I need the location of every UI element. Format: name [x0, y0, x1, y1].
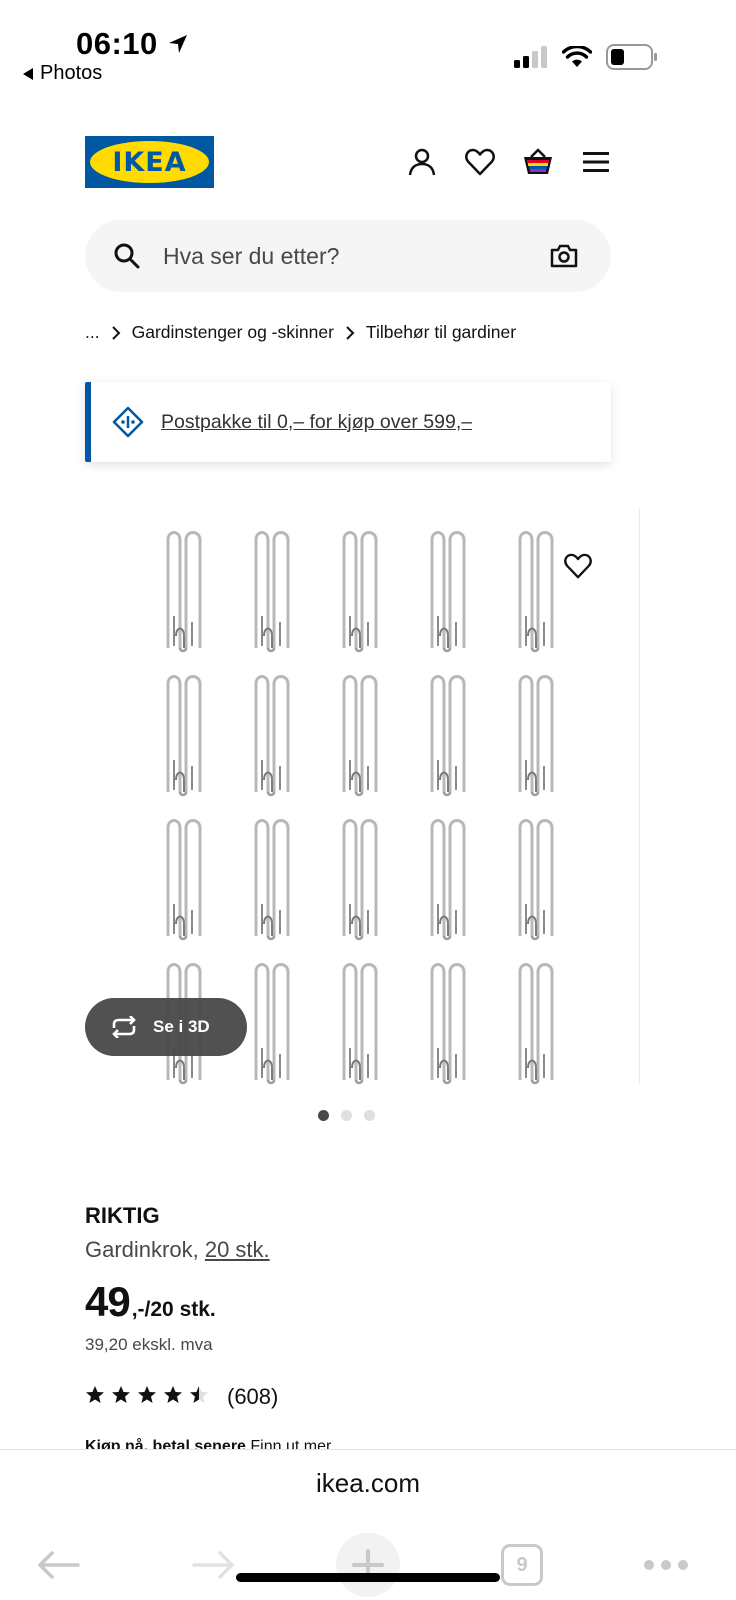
heart-icon: [564, 553, 592, 579]
status-indicators: [514, 44, 658, 70]
star-icon: [85, 1385, 105, 1410]
shipping-banner-link[interactable]: Postpakke til 0,– for kjøp over 599,–: [161, 411, 472, 434]
clock: 06:10: [76, 26, 190, 62]
ikea-logo[interactable]: IKEA: [85, 136, 214, 188]
heart-icon: [465, 148, 495, 176]
clock-time: 06:10: [76, 26, 158, 61]
browser-forward-button[interactable]: [186, 1540, 242, 1590]
favourites-button[interactable]: [462, 144, 498, 180]
search-icon: [114, 243, 140, 269]
shipping-banner: Postpakke til 0,– for kjøp over 599,–: [85, 382, 611, 462]
star-icon: [137, 1385, 157, 1410]
curtain-hook: [404, 662, 492, 806]
curtain-hook: [140, 806, 228, 950]
star-icon: [111, 1385, 131, 1410]
curtain-hook: [316, 662, 404, 806]
curtain-hook: [492, 806, 580, 950]
back-triangle-icon: [23, 67, 33, 80]
product-name: RIKTIG: [85, 1203, 160, 1228]
menu-button[interactable]: [578, 144, 614, 180]
wifi-icon: [562, 46, 592, 67]
curtain-hook: [492, 662, 580, 806]
new-tab-button[interactable]: [336, 1533, 400, 1597]
arrow-left-icon: [38, 1551, 80, 1579]
logo-oval: IKEA: [90, 141, 209, 183]
more-options-button[interactable]: [636, 1540, 696, 1590]
address-bar[interactable]: ikea.com: [0, 1468, 736, 1499]
back-app-label: Photos: [40, 62, 103, 84]
product-price: 49 ,-/20 stk.: [85, 1278, 216, 1326]
battery-icon: [606, 44, 657, 70]
gallery-pagination: [318, 1110, 375, 1121]
product-type: Gardinkrok,: [85, 1237, 205, 1262]
browser-back-button[interactable]: [30, 1540, 86, 1590]
tabs-button[interactable]: 9: [494, 1540, 550, 1590]
price-excl-vat: 39,20 ekskl. mva: [85, 1335, 213, 1354]
back-to-photos-link[interactable]: Photos: [22, 62, 102, 85]
arrow-right-icon: [192, 1551, 234, 1579]
curtain-hook: [404, 950, 492, 1094]
star-icon: [189, 1385, 209, 1410]
header-actions: [404, 144, 614, 180]
shopping-bag-button[interactable]: [520, 144, 556, 180]
home-indicator[interactable]: [236, 1573, 500, 1582]
search-input[interactable]: Hva ser du etter?: [163, 243, 549, 270]
user-icon: [408, 148, 436, 176]
curtain-hook: [228, 518, 316, 662]
browser-nav: 9: [0, 1533, 736, 1597]
chevron-right-icon: [111, 325, 121, 340]
camera-icon[interactable]: [549, 241, 579, 271]
price-main: 49: [85, 1278, 131, 1325]
curtain-hook: [316, 806, 404, 950]
view-in-3d-label: Se i 3D: [153, 1017, 210, 1036]
curtain-hook: [316, 518, 404, 662]
view-in-3d-button[interactable]: Se i 3D: [85, 998, 247, 1056]
product-image-gallery[interactable]: Se i 3D: [60, 508, 640, 1085]
rating-stars: [85, 1385, 209, 1410]
pagination-dot[interactable]: [364, 1110, 375, 1121]
curtain-hook: [140, 662, 228, 806]
curtain-hook: [228, 662, 316, 806]
search-bar[interactable]: Hva ser du etter?: [85, 220, 611, 292]
breadcrumb-item-curtain-rods[interactable]: Gardinstenger og -skinner: [132, 322, 334, 343]
tab-count: 9: [501, 1544, 543, 1586]
price-suffix: ,-/20 stk.: [131, 1298, 216, 1321]
plus-icon: [336, 1533, 400, 1597]
signal-icon: [514, 46, 547, 68]
account-button[interactable]: [404, 144, 440, 180]
breadcrumb-item-curtain-accessories[interactable]: Tilbehør til gardiner: [366, 322, 516, 343]
location-arrow-icon: [168, 35, 187, 53]
chevron-right-icon: [346, 325, 355, 340]
product-description: Gardinkrok, 20 stk.: [85, 1237, 270, 1263]
gallery-divider: [639, 508, 640, 1084]
status-bar: 06:10 Photos: [0, 0, 736, 100]
curtain-hook: [316, 950, 404, 1094]
curtain-hook: [404, 518, 492, 662]
curtain-hook: [140, 518, 228, 662]
product-quantity-link[interactable]: 20 stk.: [205, 1237, 270, 1262]
pagination-dot[interactable]: [341, 1110, 352, 1121]
breadcrumb: ... Gardinstenger og -skinner Tilbehør t…: [85, 322, 516, 343]
curtain-hook: [404, 806, 492, 950]
logo-text: IKEA: [112, 146, 187, 178]
more-dots-icon: [644, 1560, 688, 1570]
curtain-hook: [228, 806, 316, 950]
hamburger-menu-icon: [583, 152, 609, 172]
product-rating[interactable]: (608): [85, 1384, 278, 1410]
price-tag-icon: [112, 406, 144, 438]
curtain-hook: [492, 950, 580, 1094]
star-icon: [163, 1385, 183, 1410]
curtain-hook: [492, 518, 580, 662]
pagination-dot[interactable]: [318, 1110, 329, 1121]
breadcrumb-ellipsis[interactable]: ...: [85, 322, 100, 343]
add-to-favourites-button[interactable]: [558, 546, 598, 586]
rating-count: (608): [227, 1384, 279, 1409]
shopping-bag-icon: [524, 148, 552, 174]
rotate-3d-icon: [112, 1016, 136, 1038]
